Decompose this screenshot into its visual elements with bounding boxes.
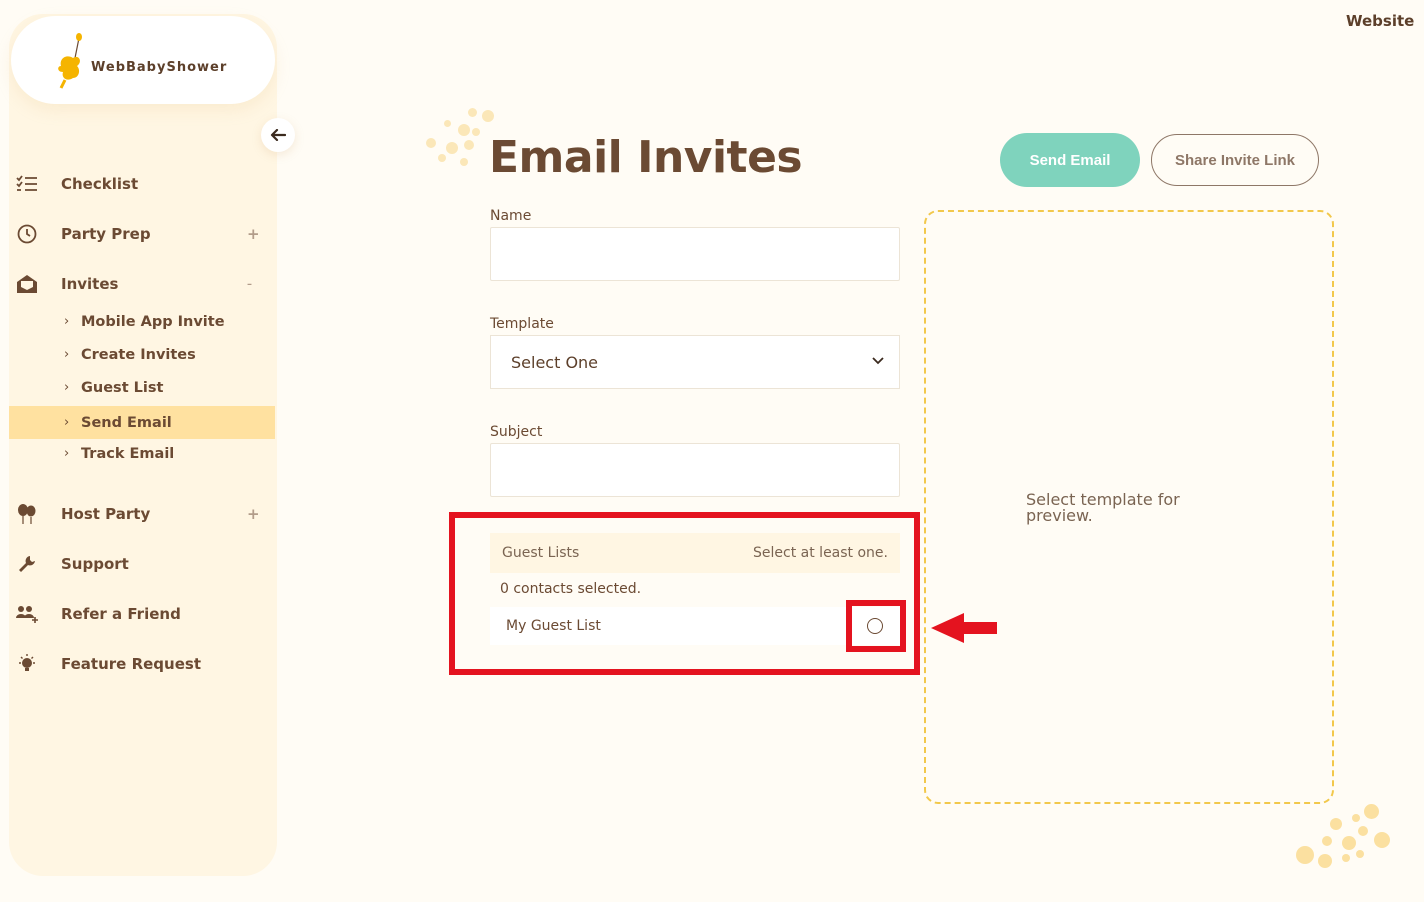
share-invite-link-button[interactable]: Share Invite Link — [1151, 134, 1319, 186]
sidebar-subitem-send-email[interactable]: › Send Email — [9, 406, 275, 439]
sidebar-subitem-label: Guest List — [81, 379, 164, 396]
chevron-right-icon: › — [64, 314, 70, 329]
add-user-icon — [15, 602, 39, 626]
name-input[interactable] — [490, 227, 900, 281]
decorative-dots — [1294, 800, 1394, 872]
page-title: Email Invites — [489, 132, 803, 183]
collapse-sidebar-button[interactable] — [261, 118, 295, 152]
history-icon — [15, 222, 39, 246]
name-label: Name — [490, 208, 532, 224]
sidebar-subitem-label: Create Invites — [81, 346, 196, 363]
checklist-icon — [15, 172, 39, 196]
subject-input[interactable] — [490, 443, 900, 497]
sidebar-subitem-track-email[interactable]: › Track Email — [9, 437, 275, 470]
template-select[interactable]: Select One — [490, 335, 900, 389]
baby-logo-icon — [58, 33, 82, 89]
sidebar-item-label: Party Prep — [61, 225, 151, 243]
balloons-icon — [15, 502, 39, 526]
sidebar-subitem-label: Mobile App Invite — [81, 313, 225, 330]
wrench-icon — [15, 552, 39, 576]
sidebar-item-refer-a-friend[interactable]: Refer a Friend — [9, 594, 277, 634]
sidebar-item-label: Invites — [61, 275, 119, 293]
sidebar-item-feature-request[interactable]: Feature Request — [9, 644, 277, 684]
expand-toggle[interactable]: + — [247, 505, 260, 523]
sidebar-subitem-label: Send Email — [81, 414, 172, 431]
chevron-right-icon: › — [64, 415, 70, 430]
chevron-right-icon: › — [64, 446, 70, 461]
chevron-right-icon: › — [64, 380, 70, 395]
preview-placeholder: Select template for preview. — [1026, 490, 1180, 525]
sidebar-item-label: Support — [61, 555, 129, 573]
sidebar-item-label: Feature Request — [61, 655, 201, 673]
sidebar-item-invites[interactable]: Invites – — [9, 264, 277, 304]
sidebar-item-checklist[interactable]: Checklist — [9, 164, 277, 204]
sidebar-item-label: Checklist — [61, 175, 139, 193]
sidebar-item-host-party[interactable]: Host Party + — [9, 494, 277, 534]
annotation-highlight-box — [846, 600, 906, 652]
brand-name: WebBabyShower — [91, 60, 228, 75]
sidebar-item-label: Refer a Friend — [61, 605, 181, 623]
sidebar-item-label: Host Party — [61, 505, 151, 523]
lightbulb-icon — [15, 652, 39, 676]
sidebar-subitem-create-invites[interactable]: › Create Invites — [9, 338, 275, 371]
sidebar-subitem-label: Track Email — [81, 445, 175, 462]
envelope-open-icon — [15, 272, 39, 296]
subject-label: Subject — [490, 424, 543, 440]
logo[interactable]: WebBabyShower — [11, 16, 275, 104]
sidebar-subitem-mobile-app-invite[interactable]: › Mobile App Invite — [9, 305, 275, 338]
template-label: Template — [490, 316, 554, 332]
sidebar-subitem-guest-list[interactable]: › Guest List — [9, 371, 275, 404]
send-email-button[interactable]: Send Email — [1000, 133, 1140, 187]
collapse-toggle[interactable]: – — [247, 279, 252, 290]
chevron-right-icon: › — [64, 347, 70, 362]
template-select-value: Select One — [511, 352, 599, 372]
expand-toggle[interactable]: + — [247, 225, 260, 243]
sidebar-item-support[interactable]: Support — [9, 544, 277, 584]
arrow-left-icon — [270, 129, 286, 141]
sidebar-item-party-prep[interactable]: Party Prep + — [9, 214, 277, 254]
chevron-down-icon — [872, 357, 884, 365]
website-link[interactable]: Website — [1346, 12, 1414, 30]
template-preview: Select template for preview. — [924, 210, 1334, 804]
sidebar: WebBabyShower Checklist Party Prep + Inv… — [9, 14, 295, 876]
